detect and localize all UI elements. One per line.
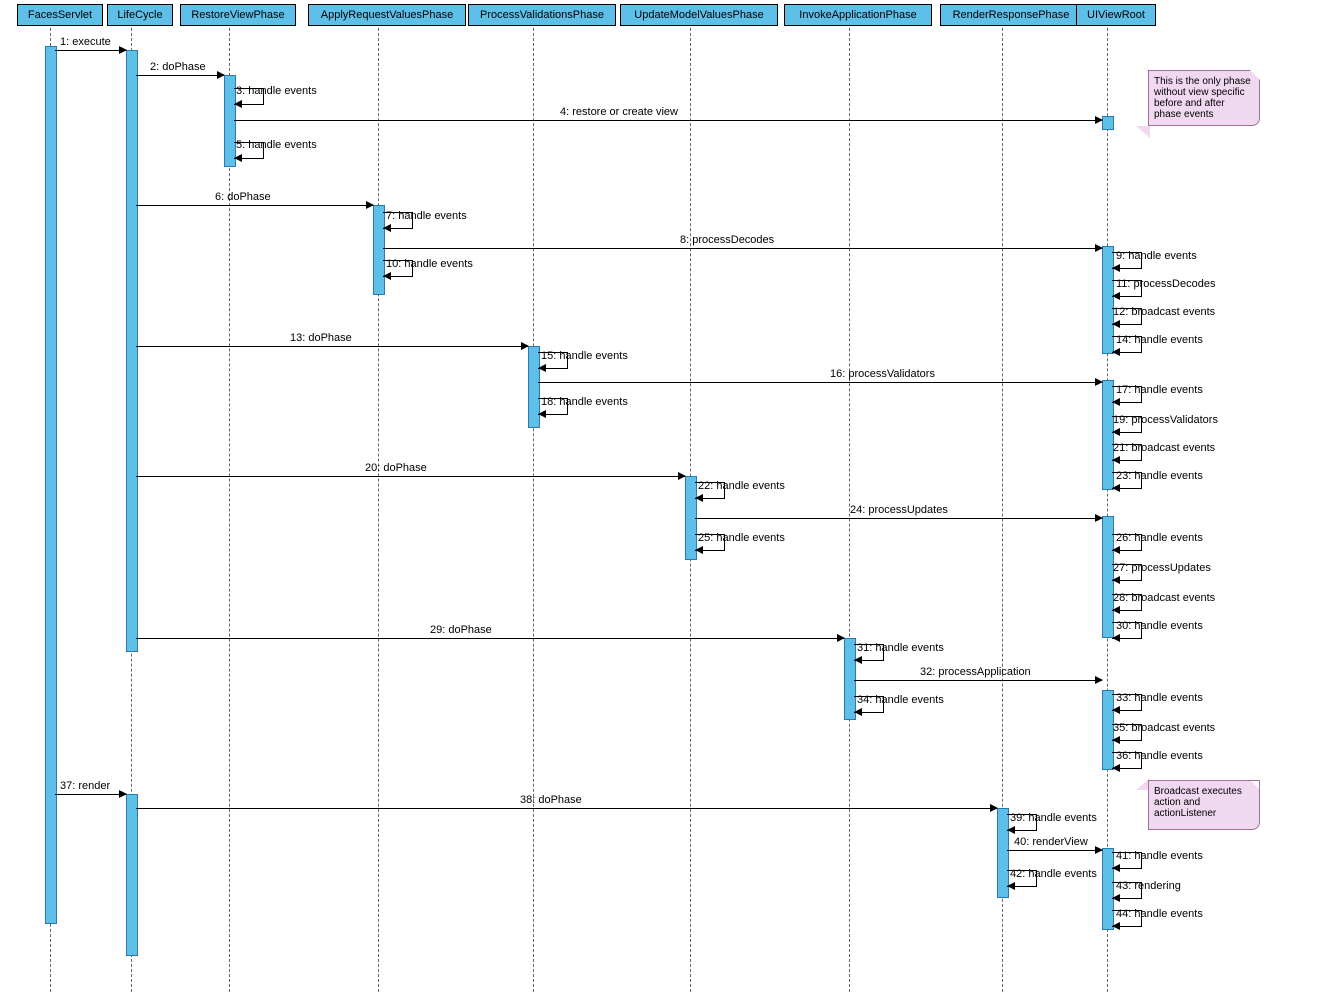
msg-label: 30: handle events [1116, 620, 1203, 632]
lifeline-applyrequest: ApplyRequestValuesPhase [308, 4, 466, 26]
msg-arrow [136, 205, 373, 206]
msg-label: 22: handle events [698, 480, 785, 492]
sequence-diagram: FacesServlet LifeCycle RestoreViewPhase … [0, 0, 1324, 992]
lifeline-line [378, 28, 379, 992]
msg-label: 13: doPhase [290, 332, 352, 344]
msg-arrow [234, 120, 1102, 121]
msg-label: 26: handle events [1116, 532, 1203, 544]
msg-label: 12: broadcast events [1113, 306, 1215, 318]
lifeline-line [229, 28, 230, 992]
msg-label: 11: processDecodes [1116, 278, 1215, 290]
msg-label: 44: handle events [1116, 908, 1203, 920]
msg-label: 43: rendering [1116, 880, 1181, 892]
msg-label: 29: doPhase [430, 624, 492, 636]
msg-label: 20: doPhase [365, 462, 427, 474]
msg-arrow [136, 808, 997, 809]
msg-label: 2: doPhase [150, 61, 206, 73]
note-box: Broadcast executes action and actionList… [1148, 780, 1260, 830]
msg-label: 25: handle events [698, 532, 785, 544]
msg-arrow [695, 518, 1102, 519]
msg-label: 14: handle events [1116, 334, 1203, 346]
lifeline-restoreview: RestoreViewPhase [180, 4, 296, 26]
msg-label: 34: handle events [857, 694, 944, 706]
lifeline-uiviewroot: UIViewRoot [1076, 4, 1156, 26]
msg-label: 36: handle events [1116, 750, 1203, 762]
msg-arrow [136, 75, 224, 76]
msg-arrow [136, 476, 685, 477]
note-callout [1136, 126, 1150, 138]
lifeline-facesservlet: FacesServlet [17, 4, 103, 26]
msg-label: 10: handle events [386, 258, 473, 270]
msg-label: 38: doPhase [520, 794, 582, 806]
lifeline-invokeapp: InvokeApplicationPhase [784, 4, 932, 26]
msg-arrow [136, 346, 528, 347]
note-text: This is the only phase without view spec… [1154, 76, 1251, 120]
msg-arrow [1007, 850, 1102, 851]
msg-label: 41: handle events [1116, 850, 1203, 862]
msg-label: 33: handle events [1116, 692, 1203, 704]
msg-label: 15: handle events [541, 350, 628, 362]
msg-label: 35: broadcast events [1113, 722, 1215, 734]
msg-label: 18: handle events [541, 396, 628, 408]
lifeline-renderresponse: RenderResponsePhase [940, 4, 1082, 26]
lifeline-updatemodel: UpdateModelValuesPhase [620, 4, 778, 26]
msg-label: 3: handle events [236, 85, 317, 97]
activation [126, 50, 138, 652]
msg-label: 16: processValidators [830, 368, 935, 380]
lifeline-line [533, 28, 534, 992]
msg-label: 21: broadcast events [1113, 442, 1215, 454]
msg-label: 28: broadcast events [1113, 592, 1215, 604]
msg-label: 40: renderView [1014, 836, 1088, 848]
msg-label: 19: processValidators [1113, 414, 1218, 426]
msg-label: 6: doPhase [215, 191, 271, 203]
lifeline-processvalidations: ProcessValidationsPhase [468, 4, 616, 26]
activation [126, 794, 138, 956]
msg-label: 5: handle events [236, 139, 317, 151]
msg-arrow [136, 638, 844, 639]
msg-arrow [854, 680, 1102, 681]
lifeline-lifecycle: LifeCycle [107, 4, 173, 26]
msg-arrow [383, 248, 1102, 249]
msg-label: 23: handle events [1116, 470, 1203, 482]
msg-arrow [538, 382, 1102, 383]
msg-label: 32: processApplication [920, 666, 1031, 678]
msg-label: 8: processDecodes [680, 234, 774, 246]
activation [1102, 116, 1114, 130]
msg-label: 17: handle events [1116, 384, 1203, 396]
msg-label: 27: processUpdates [1113, 562, 1211, 574]
note-box: This is the only phase without view spec… [1148, 70, 1260, 126]
msg-label: 24: processUpdates [850, 504, 948, 516]
msg-label: 7: handle events [386, 210, 467, 222]
note-text: Broadcast executes action and actionList… [1154, 786, 1242, 819]
activation [45, 46, 57, 924]
msg-label: 9: handle events [1116, 250, 1197, 262]
msg-label: 31: handle events [857, 642, 944, 654]
msg-label: 37: render [60, 780, 110, 792]
msg-arrow [55, 50, 126, 51]
msg-label: 1: execute [60, 36, 111, 48]
msg-label: 42: handle events [1010, 868, 1097, 880]
msg-arrow [55, 794, 126, 795]
msg-label: 39: handle events [1010, 812, 1097, 824]
msg-label: 4: restore or create view [560, 106, 678, 118]
